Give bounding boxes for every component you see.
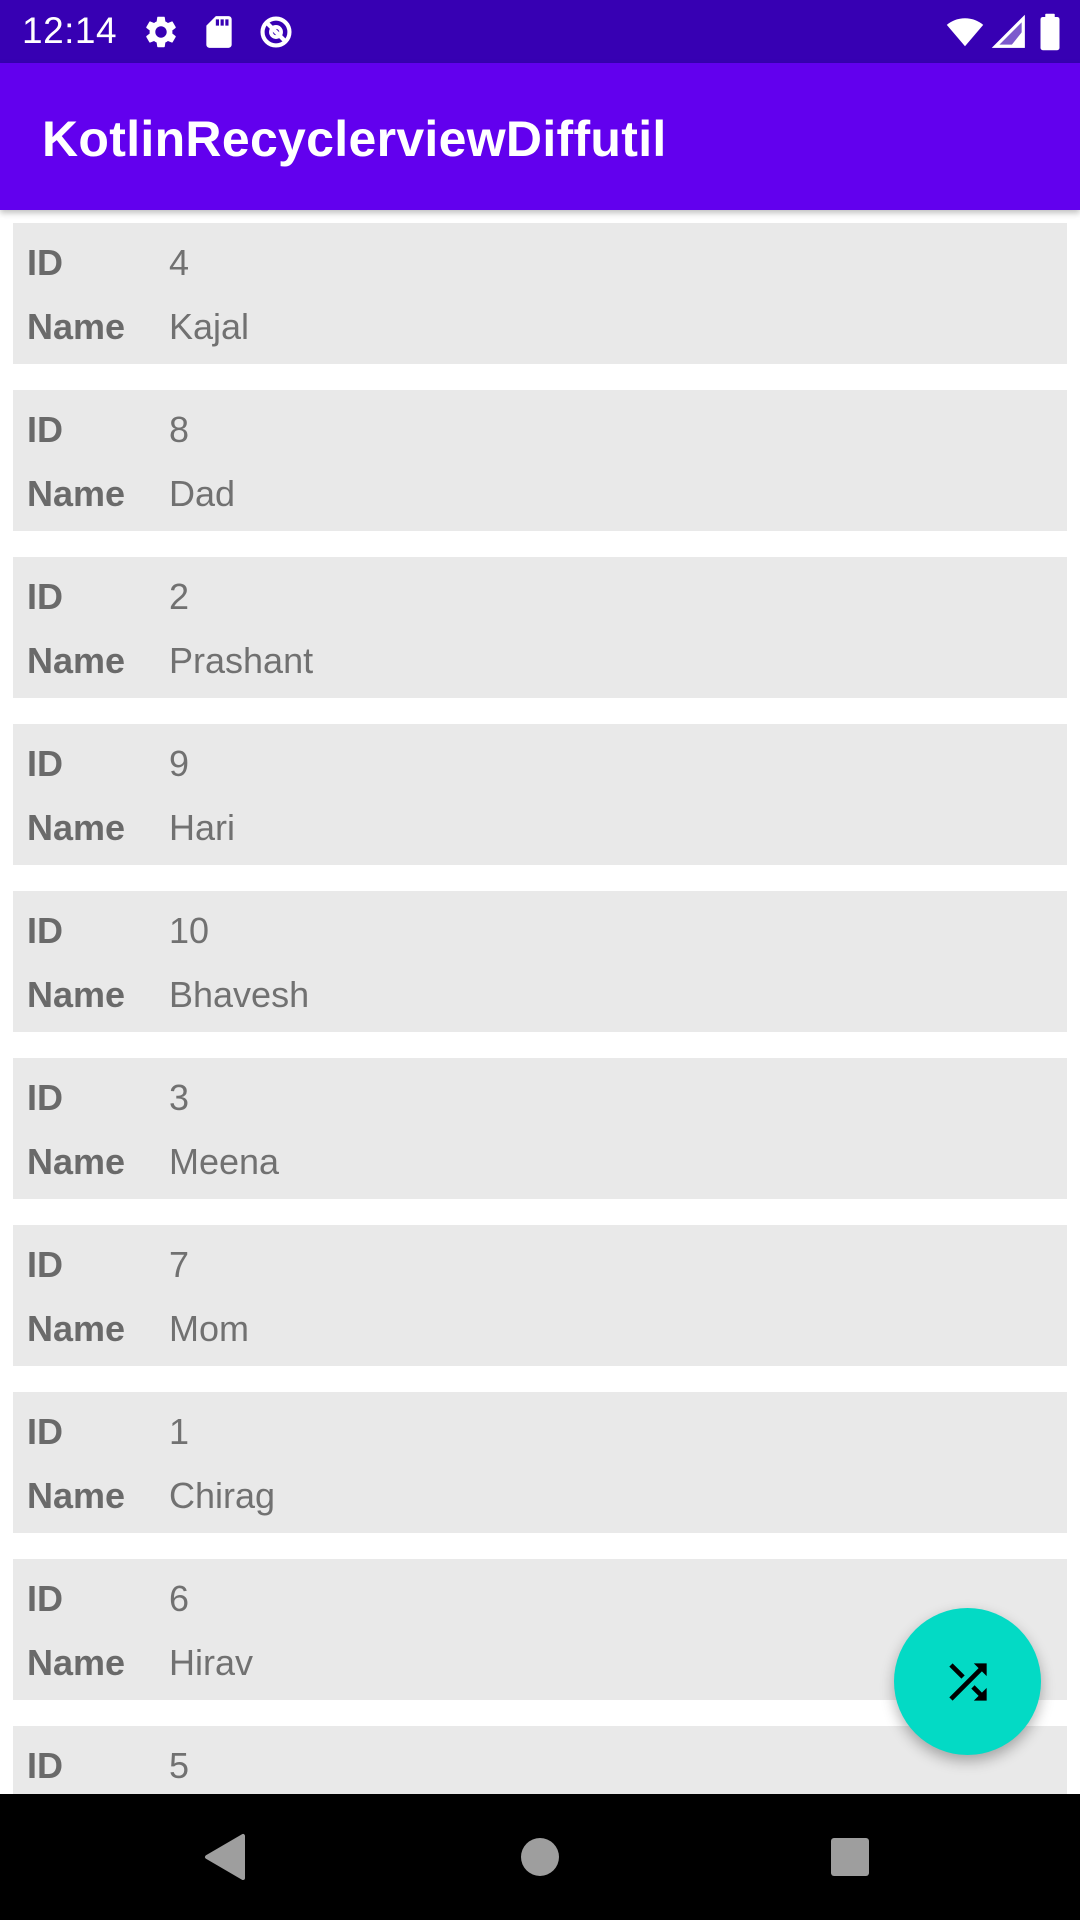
id-label: ID [27,409,63,450]
id-value: 3 [169,1077,190,1118]
id-label: ID [27,1578,63,1619]
name-label: Name [27,306,126,347]
id-value: 7 [169,1244,190,1285]
navigation-bar [0,1794,1080,1920]
sd-card-icon [206,16,232,48]
name-label: Name [27,974,126,1015]
name-value: Bhavesh [169,974,310,1015]
id-label: ID [27,1244,63,1285]
name-label: Name [27,1308,126,1349]
name-label: Name [27,1642,126,1683]
recents-icon [831,1838,869,1876]
id-label: ID [27,910,63,951]
id-value: 9 [169,743,190,784]
id-label: ID [27,576,63,617]
id-label: ID [27,1077,63,1118]
shuffle-icon [948,1662,987,1701]
list-item[interactable]: ID 5 Name [13,1726,1067,1794]
name-label: Name [27,1141,126,1182]
back-icon [205,1834,245,1880]
name-value: Hirav [169,1642,254,1683]
id-label: ID [27,242,63,283]
signal-icon [991,14,1025,48]
status-time: 12:14 [22,10,118,51]
item-list[interactable]: ID 4 Name Kajal ID 8 Name Dad ID 2 Name … [0,210,1080,1794]
battery-icon [1040,13,1060,51]
id-label: ID [27,743,63,784]
list-item[interactable]: ID 7 Name Mom [13,1225,1067,1366]
screen: 12:14 KotlinRecyclerviewDiffutil ID 4 Na… [0,0,1080,1920]
id-label: ID [27,1745,63,1786]
settings-icon [146,16,176,48]
name-value: Chirag [169,1475,276,1516]
home-icon [521,1838,559,1876]
name-value: Dad [169,473,236,514]
list-item[interactable]: ID 4 Name Kajal [13,223,1067,364]
list-item[interactable]: ID 1 Name Chirag [13,1392,1067,1533]
name-value: Meena [169,1141,280,1182]
status-bar: 12:14 [0,0,1080,63]
home-button[interactable] [510,1827,570,1887]
id-value: 10 [169,910,210,951]
id-value: 1 [169,1411,190,1452]
list-item[interactable]: ID 8 Name Dad [13,390,1067,531]
name-label: Name [27,640,126,681]
name-label: Name [27,1475,126,1516]
back-button[interactable] [195,1827,255,1887]
list-item[interactable]: ID 2 Name Prashant [13,557,1067,698]
list-item[interactable]: ID 10 Name Bhavesh [13,891,1067,1032]
list-item[interactable]: ID 9 Name Hari [13,724,1067,865]
id-value: 2 [169,576,190,617]
shuffle-button[interactable] [894,1608,1041,1755]
id-value: 8 [169,409,190,450]
name-value: Mom [169,1308,249,1349]
id-value: 6 [169,1578,190,1619]
wifi-icon [946,18,984,47]
name-label: Name [27,807,126,848]
name-value: Hari [169,807,236,848]
app-bar: KotlinRecyclerviewDiffutil [0,63,1080,210]
id-label: ID [27,1411,63,1452]
name-value: Prashant [169,640,314,681]
recents-button[interactable] [820,1827,880,1887]
id-value: 4 [169,242,190,283]
app-title: KotlinRecyclerviewDiffutil [42,111,667,167]
id-value: 5 [169,1745,190,1786]
list-item[interactable]: ID 3 Name Meena [13,1058,1067,1199]
name-label: Name [27,473,126,514]
name-value: Kajal [169,306,250,347]
data-saver-icon [260,16,292,48]
